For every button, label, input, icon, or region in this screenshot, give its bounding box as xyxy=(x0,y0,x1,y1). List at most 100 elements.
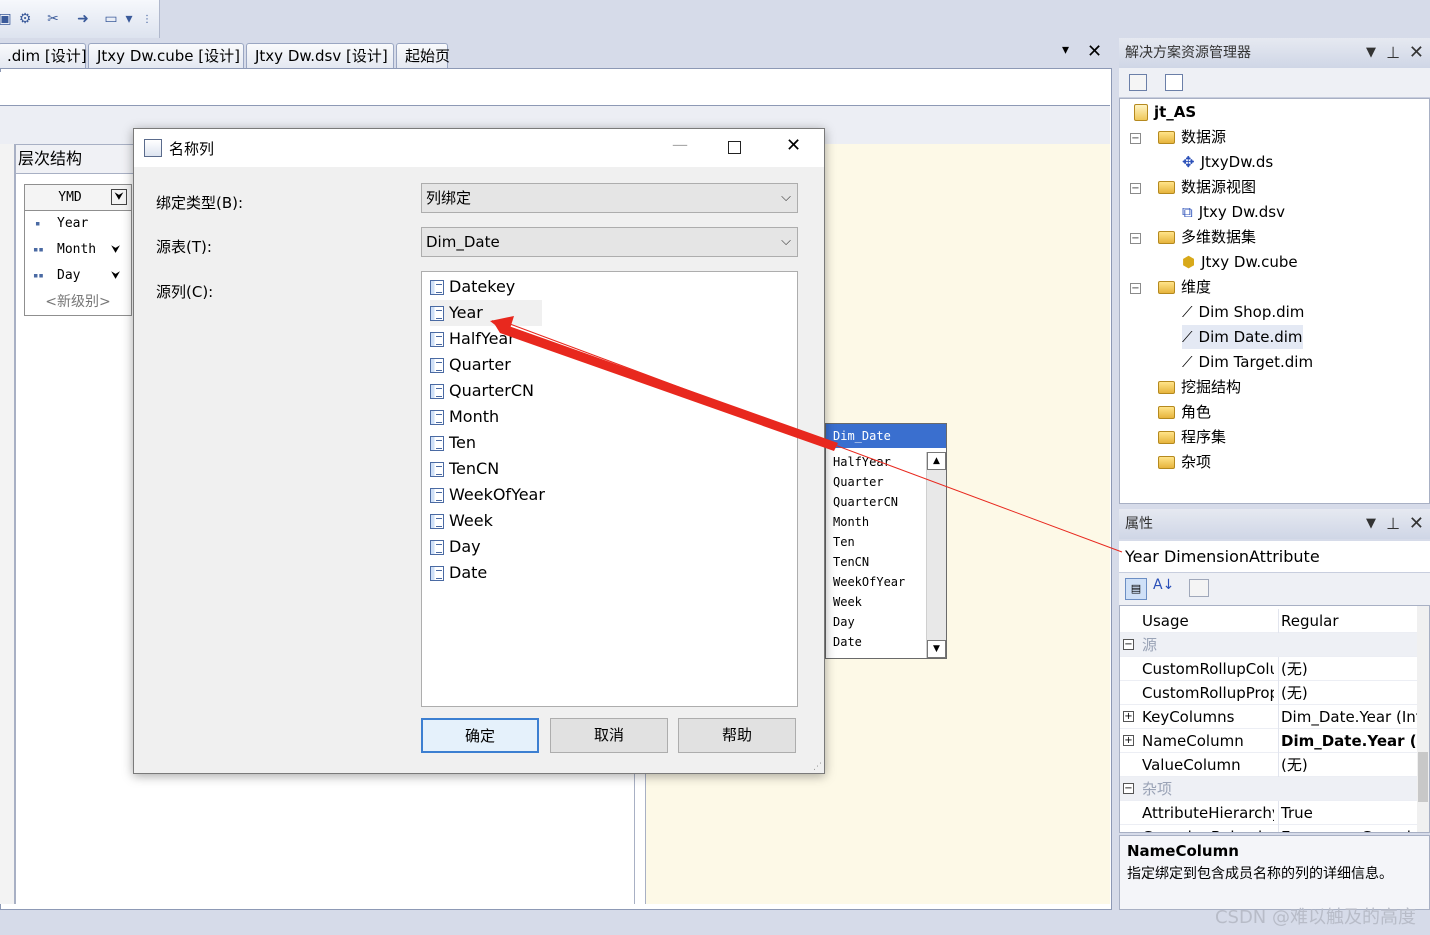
tools-icon[interactable]: ✂ xyxy=(42,9,64,29)
property-row[interactable]: ValueColumn (无) xyxy=(1120,753,1420,777)
scroll-down-icon[interactable]: ▼ xyxy=(927,640,946,658)
column-item[interactable]: Week xyxy=(430,508,493,534)
properties-icon[interactable]: ⚙ xyxy=(14,9,36,29)
tree-folder-misc[interactable]: 杂项 xyxy=(1158,450,1211,474)
close-icon[interactable]: ✕ xyxy=(786,135,801,156)
column-item[interactable]: Quarter xyxy=(430,352,511,378)
column-item[interactable]: Datekey xyxy=(430,274,515,300)
chevron-down-icon[interactable]: ⮟ xyxy=(111,263,120,289)
tree-folder-assemblies[interactable]: 程序集 xyxy=(1158,425,1226,449)
source-table-select[interactable]: Dim_Date ⌵ xyxy=(421,227,798,257)
dsv-column[interactable]: Month xyxy=(833,512,869,532)
source-column-list[interactable]: Datekey Year HalfYear Quarter QuarterCN … xyxy=(421,271,798,707)
tab-dim-design[interactable]: .dim [设计] xyxy=(0,43,87,68)
property-row[interactable]: CustomRollupColu (无) xyxy=(1120,657,1420,681)
import-icon[interactable]: ➜ xyxy=(72,9,94,29)
categorized-icon[interactable]: ▤ xyxy=(1125,578,1147,600)
column-item-selected[interactable]: Year xyxy=(430,300,542,326)
property-row[interactable]: CustomRollupProp (无) xyxy=(1120,681,1420,705)
collapse-icon[interactable]: − xyxy=(1123,639,1134,650)
dsv-column[interactable]: Day xyxy=(833,612,855,632)
column-item[interactable]: QuarterCN xyxy=(430,378,534,404)
properties-icon[interactable] xyxy=(1129,74,1147,91)
dsv-table-dim-date[interactable]: Dim_Date HalfYear Quarter QuarterCN Mont… xyxy=(825,423,947,659)
tree-item-dsv[interactable]: ⧉ Jtxy Dw.dsv xyxy=(1182,200,1285,224)
properties-object-selector[interactable]: Year DimensionAttribute xyxy=(1119,541,1430,573)
scroll-thumb[interactable] xyxy=(1418,752,1428,802)
sort-alpha-icon[interactable]: A↓ xyxy=(1153,577,1174,593)
hierarchy-level[interactable]: ▪▪ Day ⮟ xyxy=(25,263,131,289)
window-icon[interactable]: ▭ xyxy=(100,9,122,29)
pin-icon[interactable]: ⊥ xyxy=(1386,509,1400,539)
tree-folder-mining[interactable]: 挖掘结构 xyxy=(1158,375,1241,399)
binding-type-select[interactable]: 列绑定 ⌵ xyxy=(421,183,798,213)
dsv-column[interactable]: HalfYear xyxy=(833,452,891,472)
dropdown-icon[interactable]: ▾ xyxy=(122,9,136,29)
tree-folder-dsv[interactable]: 数据源视图 xyxy=(1158,175,1256,199)
cancel-button[interactable]: 取消 xyxy=(550,718,668,753)
close-icon[interactable]: ✕ xyxy=(1409,509,1424,539)
tab-dsv-design[interactable]: Jtxy Dw.dsv [设计] xyxy=(246,43,394,68)
close-document-icon[interactable]: ✕ xyxy=(1087,41,1102,62)
column-item[interactable]: HalfYear xyxy=(430,326,515,352)
column-item[interactable]: Day xyxy=(430,534,481,560)
property-row[interactable]: AttributeHierarchy True xyxy=(1120,801,1420,825)
dsv-column[interactable]: Ten xyxy=(833,532,855,552)
collapse-icon[interactable]: − xyxy=(1130,183,1141,194)
property-pages-icon[interactable] xyxy=(1189,579,1209,597)
chevron-down-icon[interactable]: ⮟ xyxy=(111,237,120,263)
tree-folder-roles[interactable]: 角色 xyxy=(1158,400,1211,424)
property-row[interactable]: GroupingBehavior EncourageGroupin xyxy=(1120,825,1420,832)
dsv-table-title[interactable]: Dim_Date xyxy=(826,424,946,448)
properties-scrollbar[interactable] xyxy=(1417,606,1429,832)
property-row-selected[interactable]: + NameColumn Dim_Date.Year (W xyxy=(1120,729,1420,753)
tree-folder-dimensions[interactable]: 维度 xyxy=(1158,275,1211,299)
maximize-icon[interactable] xyxy=(728,141,741,154)
tree-item-cube[interactable]: ⬢ Jtxy Dw.cube xyxy=(1182,250,1298,274)
property-category[interactable]: − 源 xyxy=(1120,633,1420,657)
dsv-column[interactable]: Week xyxy=(833,592,862,612)
panel-menu-icon[interactable]: ▼ xyxy=(1366,38,1376,68)
expand-icon[interactable]: + xyxy=(1123,711,1134,722)
dsv-column[interactable]: Quarter xyxy=(833,472,884,492)
collapse-icon[interactable]: − xyxy=(1130,283,1141,294)
column-item[interactable]: Ten xyxy=(430,430,476,456)
dsv-column[interactable]: Date xyxy=(833,632,862,652)
tree-folder-cubes[interactable]: 多维数据集 xyxy=(1158,225,1256,249)
tree-item-dimension[interactable]: ⟋ Dim Target.dim xyxy=(1182,350,1313,374)
resize-grip-icon[interactable]: ⋰ xyxy=(813,762,822,772)
column-item[interactable]: WeekOfYear xyxy=(430,482,545,508)
collapse-icon[interactable]: − xyxy=(1130,133,1141,144)
pin-icon[interactable]: ⊥ xyxy=(1386,38,1400,68)
collapse-icon[interactable]: − xyxy=(1123,783,1134,794)
expand-icon[interactable]: + xyxy=(1123,735,1134,746)
minimize-icon[interactable]: — xyxy=(672,135,688,154)
tab-cube-design[interactable]: Jtxy Dw.cube [设计] xyxy=(88,43,244,68)
tree-folder-datasources[interactable]: 数据源 xyxy=(1158,125,1226,149)
collapse-icon[interactable]: ⮟ xyxy=(111,189,127,205)
collapse-icon[interactable]: − xyxy=(1130,233,1141,244)
new-level-placeholder[interactable]: <新级别> xyxy=(25,289,131,315)
hierarchy-level[interactable]: ▪ Year xyxy=(25,211,131,237)
dsv-column[interactable]: WeekOfYear xyxy=(833,572,905,592)
ok-button[interactable]: 确定 xyxy=(421,718,539,753)
column-item[interactable]: Date xyxy=(430,560,487,586)
overflow-icon[interactable]: ⋮ xyxy=(140,9,154,29)
scroll-up-icon[interactable]: ▲ xyxy=(927,452,946,470)
tab-dropdown-icon[interactable]: ▾ xyxy=(1062,42,1069,58)
hierarchy-level[interactable]: ▪▪ Month ⮟ xyxy=(25,237,131,263)
dsv-column[interactable]: QuarterCN xyxy=(833,492,898,512)
column-item[interactable]: TenCN xyxy=(430,456,499,482)
close-icon[interactable]: ✕ xyxy=(1409,38,1424,68)
hierarchy-ymd[interactable]: YMD ⮟ ▪ Year ▪▪ Month ⮟ ▪▪ Day ⮟ <新级别> xyxy=(24,184,132,316)
tree-item-dimension[interactable]: ⟋ Dim Shop.dim xyxy=(1182,300,1304,324)
column-item[interactable]: Month xyxy=(430,404,499,430)
help-button[interactable]: 帮助 xyxy=(678,718,796,753)
dsv-column[interactable]: TenCN xyxy=(833,552,869,572)
dsv-table-scrollbar[interactable]: ▲ ▼ xyxy=(926,452,946,658)
tab-start-page[interactable]: 起始页 xyxy=(396,43,450,68)
tree-item-datasource[interactable]: ✥ JtxyDw.ds xyxy=(1182,150,1273,174)
tree-project[interactable]: jt_AS xyxy=(1134,100,1196,124)
property-category[interactable]: − 杂项 xyxy=(1120,777,1420,801)
property-row[interactable]: Usage Regular xyxy=(1120,609,1420,633)
